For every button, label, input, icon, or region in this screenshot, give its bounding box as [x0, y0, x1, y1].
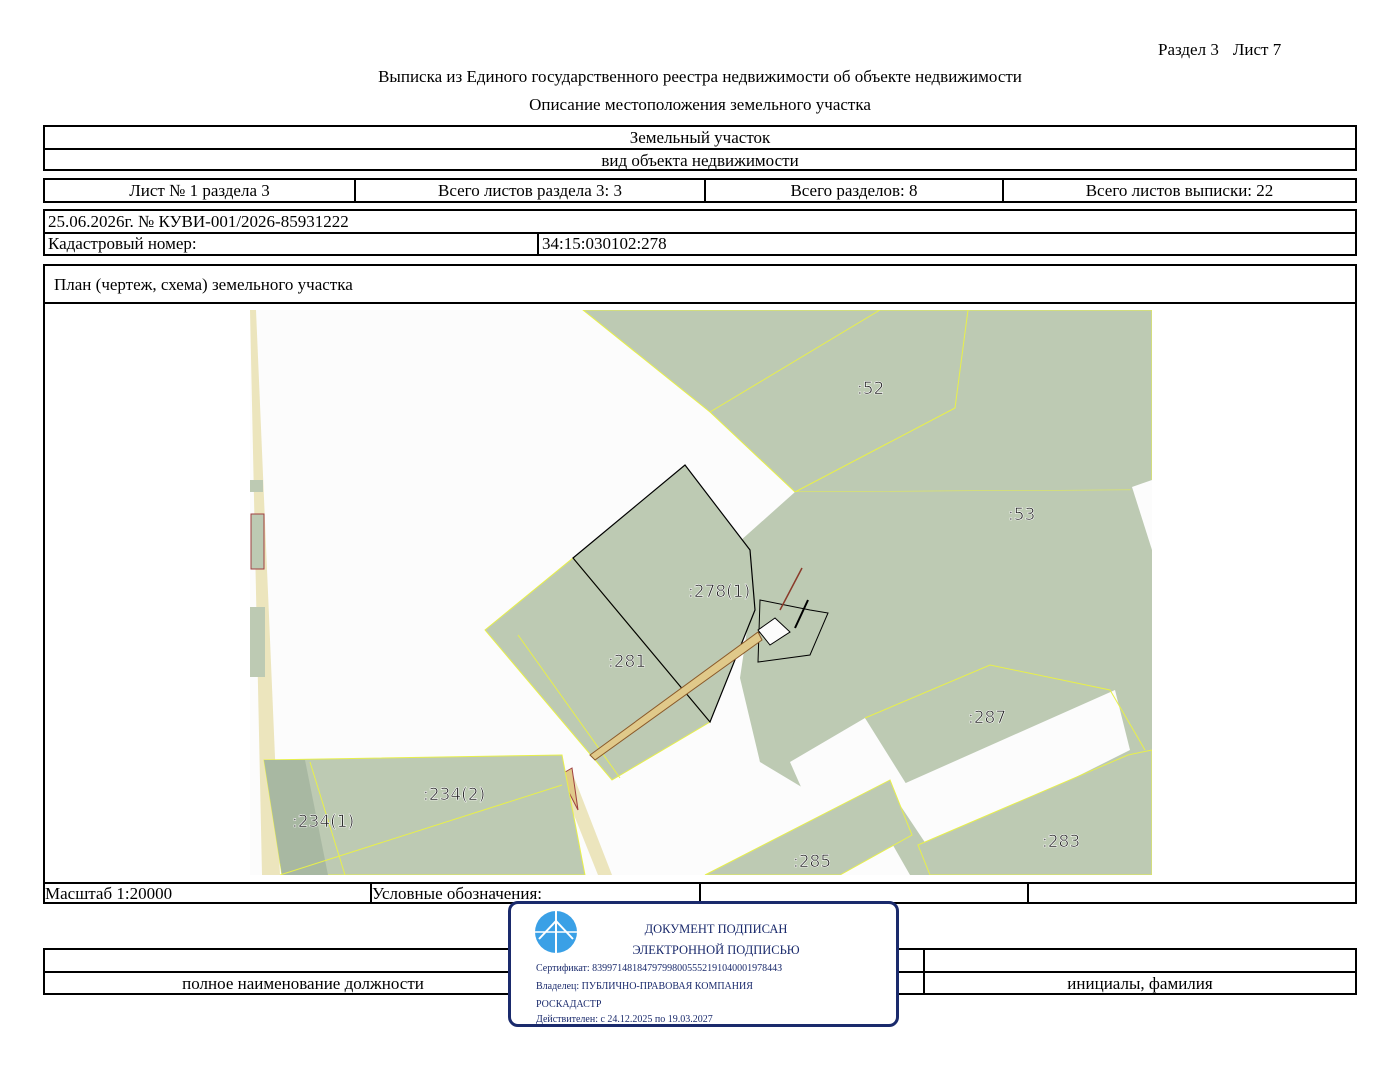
total-extract-sheets: Всего листов выписки: 22 — [1085, 181, 1274, 200]
label-285: :285 — [793, 852, 831, 872]
label-52: :52 — [857, 379, 884, 399]
sheet-label: Лист 7 — [1232, 40, 1282, 59]
stamp-owner: Владелец: ПУБЛИЧНО-ПРАВОВАЯ КОМПАНИЯ — [536, 981, 753, 992]
legend-cell-2 — [1029, 884, 1355, 904]
small-parcel-a — [250, 480, 263, 492]
document-date-number: 25.06.2026г. № КУВИ-001/2026-85931222 — [48, 212, 349, 231]
rosreestr-logo-icon — [535, 911, 577, 953]
stamp-valid: Действителен: с 24.12.2025 по 19.03.2027 — [536, 1014, 713, 1025]
object-type-value: Земельный участок — [629, 128, 771, 147]
label-53: :53 — [1008, 505, 1035, 525]
stamp-certificate: Сертификат: 8399714818479799800555219104… — [536, 963, 783, 974]
object-type-caption: вид объекта недвижимости — [45, 148, 1355, 171]
cadastral-map: :52 :53 :278(1) :281 :287 :234(2) :234(1… — [250, 310, 1152, 875]
stamp-line-2: ЭЛЕКТРОННОЙ ПОДПИСЬЮ — [632, 943, 800, 957]
page-header-right: Раздел 3 Лист 7 — [1158, 40, 1281, 60]
section-label: Раздел 3 — [1158, 40, 1219, 59]
sheets-info-table: Лист № 1 раздела 3 Всего листов раздела … — [43, 178, 1357, 203]
label-234-1: :234(1) — [292, 812, 354, 832]
plan-scale: Масштаб 1:20000 — [45, 884, 372, 904]
total-section-sheets: Всего листов раздела 3: 3 — [356, 180, 706, 201]
small-parcel-c — [250, 513, 265, 570]
map-svg: :52 :53 :278(1) :281 :287 :234(2) :234(1… — [250, 310, 1152, 875]
label-278: :278(1) — [688, 582, 750, 602]
label-283: :283 — [1042, 832, 1080, 852]
sheet-number: Лист № 1 раздела 3 — [45, 180, 356, 201]
electronic-signature-stamp: ДОКУМЕНТ ПОДПИСАН ЭЛЕКТРОННОЙ ПОДПИСЬЮ С… — [508, 901, 899, 1027]
stamp-owner-2: РОСКАДАСТР — [536, 999, 602, 1010]
label-234-2: :234(2) — [423, 785, 485, 805]
document-title: Выписка из Единого государственного реес… — [378, 67, 1022, 86]
document-info-table: 25.06.2026г. № КУВИ-001/2026-85931222 Ка… — [43, 209, 1357, 256]
plan-title: План (чертеж, схема) земельного участка — [45, 266, 1355, 304]
total-sections: Всего разделов: 8 — [706, 180, 1004, 201]
position-caption: полное наименование должности — [182, 974, 424, 993]
document-subtitle: Описание местоположения земельного участ… — [529, 95, 871, 114]
name-caption: инициалы, фамилия — [923, 973, 1355, 995]
stamp-line-1: ДОКУМЕНТ ПОДПИСАН — [644, 922, 788, 936]
cadastral-value: 34:15:030102:278 — [542, 234, 667, 253]
object-type-table: Земельный участок вид объекта недвижимос… — [43, 125, 1357, 171]
label-281: :281 — [608, 652, 646, 672]
small-parcel-b — [250, 607, 265, 677]
label-287: :287 — [968, 708, 1006, 728]
cadastral-label: Кадастровый номер: — [45, 234, 539, 256]
